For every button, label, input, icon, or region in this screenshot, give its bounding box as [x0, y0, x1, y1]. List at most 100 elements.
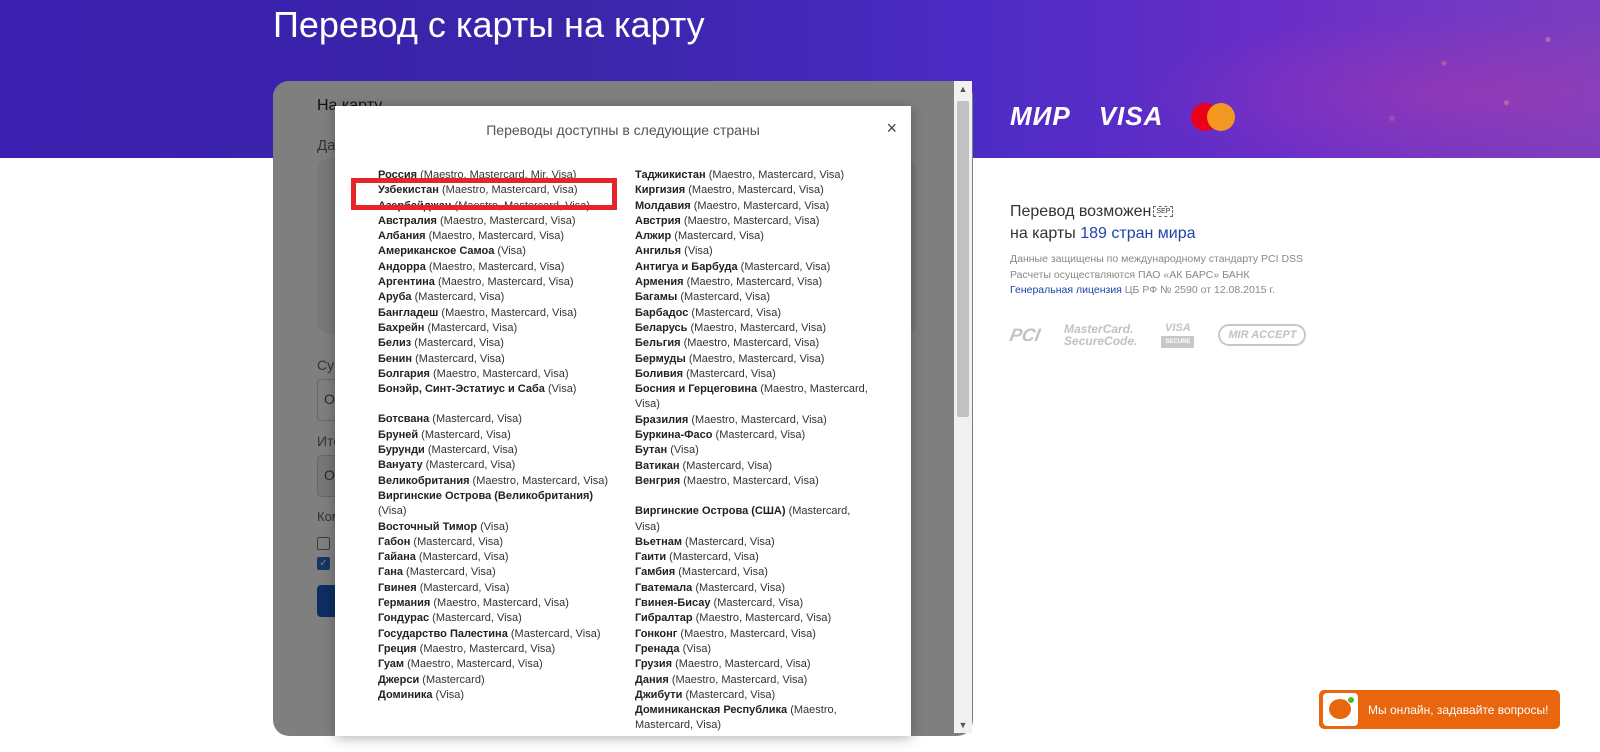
country-name: Государство Палестина: [378, 627, 508, 640]
country-item: Бруней (Mastercard, Visa): [378, 428, 623, 443]
country-cards: (Maestro, Mastercard, Visa): [683, 276, 823, 289]
country-name: Ботсвана: [378, 413, 430, 426]
pci-badge: PCI: [1008, 324, 1042, 345]
country-cards: (Mastercard, Visa): [677, 291, 770, 304]
country-name: Россия: [378, 169, 418, 181]
country-name: Бутан: [635, 444, 668, 457]
country-item: Австралия (Maestro, Mastercard, Visa): [378, 214, 623, 229]
country-item: Армения (Maestro, Mastercard, Visa): [635, 275, 875, 290]
country-item: Восточный Тимор (Visa): [378, 520, 623, 535]
country-item: Гана (Mastercard, Visa): [378, 565, 623, 580]
country-name: Вануату: [378, 459, 423, 472]
pci-note: Данные защищены по международному станда…: [1010, 253, 1304, 265]
country-item: Бельгия (Maestro, Mastercard, Visa): [635, 336, 875, 351]
country-name: Гаити: [635, 551, 667, 564]
country-item: Доминика (Visa): [378, 688, 623, 703]
country-name: Грузия: [635, 658, 673, 671]
country-cards: (Mastercard, Visa): [412, 352, 505, 365]
country-name: Гана: [378, 566, 403, 579]
country-name: Боливия: [635, 367, 684, 380]
country-item: Белиз (Mastercard, Visa): [378, 336, 623, 351]
country-cards: (Mastercard, Visa): [712, 429, 806, 442]
country-name: Бахрейн: [378, 321, 425, 334]
country-name: Гуам: [378, 658, 405, 671]
country-name: Великобритания: [378, 474, 470, 487]
country-item: Гренада (Visa): [635, 642, 875, 657]
country-cards: (Maestro, Mastercard, Visa): [416, 642, 556, 655]
countries-list-right: Таджикистан (Maestro, Mastercard, Visa) К…: [635, 168, 875, 734]
country-item: Антигуа и Барбуда (Mastercard, Visa): [635, 260, 875, 275]
country-item: Гвинея (Mastercard, Visa): [378, 581, 623, 596]
scroll-down-icon[interactable]: ▼: [954, 717, 972, 733]
country-name: Гайана: [378, 551, 416, 564]
country-item: Государство Палестина (Mastercard, Visa): [378, 627, 623, 642]
country-name: Виргинские Острова (США): [635, 505, 786, 518]
license-link[interactable]: Генеральная лицензия: [1010, 284, 1122, 296]
country-name: Бурунди: [378, 444, 425, 457]
country-name: Гренада: [635, 642, 680, 655]
country-cards: (Maestro, Mastercard, Visa): [672, 658, 811, 671]
country-name: Доминика: [378, 688, 433, 701]
country-name: Австрия: [635, 214, 681, 227]
country-item: Американское Самоа (Visa): [378, 244, 623, 259]
country-item: Бурунди (Mastercard, Visa): [378, 443, 623, 458]
country-item: Гонконг (Maestro, Mastercard, Visa): [635, 627, 875, 642]
country-cards: (Mastercard, Visa): [424, 321, 518, 334]
country-cards: (Maestro, Mastercard, Mir, Visa): [417, 169, 577, 181]
country-cards: (Mastercard, Visa): [675, 566, 768, 579]
scroll-up-icon[interactable]: ▲: [954, 81, 972, 97]
country-item: Узбекистан (Maestro, Mastercard, Visa): [378, 183, 623, 198]
country-name: Белиз: [378, 337, 412, 350]
country-item: Боливия (Mastercard, Visa): [635, 367, 875, 382]
country-name: Узбекистан: [378, 184, 439, 197]
country-cards: (Maestro, Mastercard, Visa): [705, 169, 845, 181]
country-cards: (Maestro, Mastercard, Visa): [680, 337, 820, 350]
country-name: Молдавия: [635, 199, 691, 212]
country-cards: (Mastercard): [419, 673, 485, 686]
country-name: Австралия: [378, 214, 437, 227]
country-item: Беларусь (Maestro, Mastercard, Visa): [635, 321, 875, 336]
country-item: Доминиканская Республика (Maestro, Maste…: [635, 703, 875, 734]
country-item: Багамы (Mastercard, Visa): [635, 290, 875, 305]
country-name: Алжир: [635, 230, 672, 243]
country-item: Греция (Maestro, Mastercard, Visa): [378, 642, 623, 657]
country-cards: (Maestro, Mastercard, Visa): [680, 474, 819, 487]
mc-line2: SecureCode.: [1064, 334, 1138, 348]
countries-link[interactable]: 189 стран мира: [1080, 225, 1195, 242]
country-cards: (Mastercard, Visa): [507, 627, 601, 640]
country-name: Аргентина: [378, 276, 435, 289]
country-item: Великобритания (Maestro, Mastercard, Vis…: [378, 474, 623, 489]
security-badges: PCI MasterCard. SecureCode. VISA SECURE …: [1008, 322, 1307, 348]
country-cards: (Visa): [544, 383, 577, 396]
country-item: Гватемала (Mastercard, Visa): [635, 581, 875, 596]
country-cards: (Maestro, Mastercard, Visa): [430, 597, 569, 610]
info-countries: на карты 189 стран мира: [1010, 225, 1196, 243]
country-cards: (Maestro, Mastercard, Visa): [692, 612, 832, 625]
country-item: Бонэйр, Синт-Эстатиус и Саба (Visa): [378, 382, 623, 397]
country-name: Американское Самоа: [378, 245, 495, 258]
country-cards: (Maestro, Mastercard, Visa): [436, 214, 576, 227]
visa-badge-text: VISA: [1165, 322, 1191, 334]
country-name: Гамбия: [635, 566, 676, 579]
visa-logo: VISA: [1098, 101, 1164, 131]
country-cards: (Mastercard, Visa): [424, 444, 518, 457]
country-name: Киргизия: [635, 184, 686, 197]
country-cards: (Mastercard, Visa): [666, 551, 759, 564]
country-item: Германия (Maestro, Mastercard, Visa): [378, 596, 623, 611]
chat-icon: [1323, 693, 1358, 726]
country-name: Бруней: [378, 428, 419, 441]
country-name: Габон: [378, 535, 411, 548]
country-cards: (Mastercard, Visa): [682, 688, 776, 701]
license-text: ЦБ РФ № 2590 от 12.08.2015 г.: [1121, 284, 1275, 296]
close-icon[interactable]: ×: [886, 118, 897, 139]
country-name: Азербайджан: [378, 199, 452, 212]
page-scrollbar[interactable]: ▲ ▼: [954, 81, 972, 733]
country-name: Гондурас: [378, 612, 430, 625]
country-name: Беларусь: [635, 321, 688, 334]
scrollbar-thumb[interactable]: [957, 101, 969, 417]
country-name: Греция: [378, 642, 417, 655]
chat-widget-button[interactable]: Мы онлайн, задавайте вопросы!: [1319, 690, 1560, 729]
country-cards: (Maestro, Mastercard, Visa): [451, 199, 591, 212]
country-item: Гвинея-Бисау (Mastercard, Visa): [635, 596, 875, 611]
